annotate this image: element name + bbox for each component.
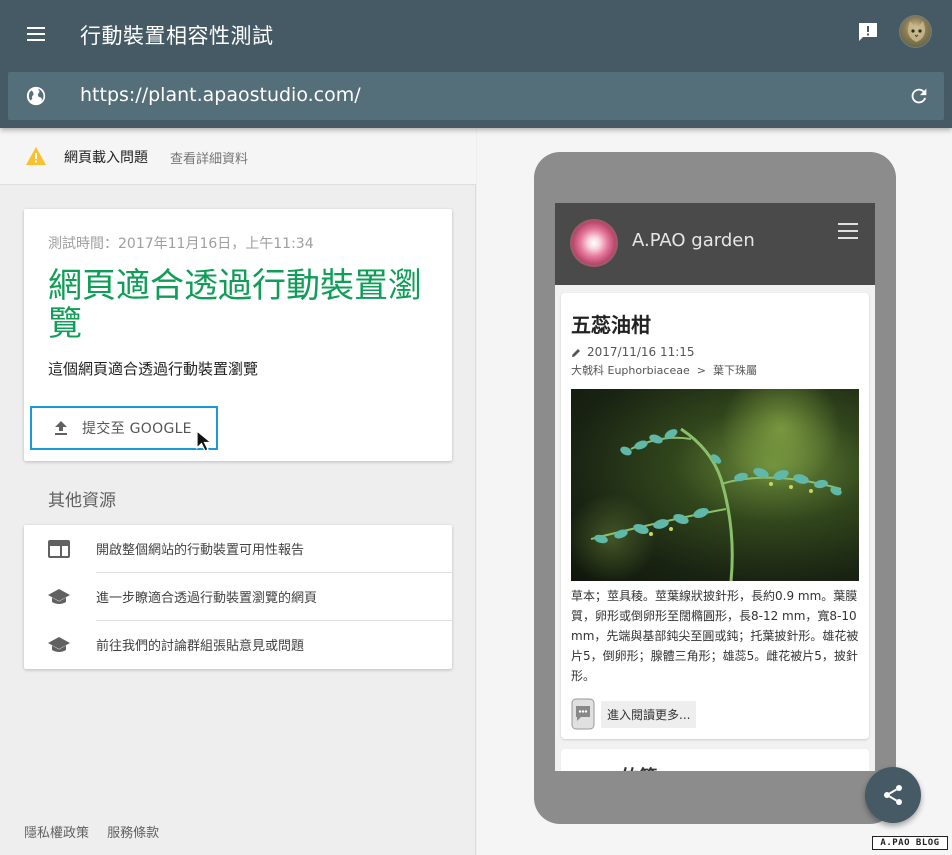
school-icon — [48, 637, 70, 652]
read-more-label: 進入閱讀更多... — [601, 700, 697, 728]
app-header: 行動裝置相容性測試 https://plant.apaostudio.com/ — [0, 0, 952, 128]
mouse-cursor-icon — [196, 430, 213, 452]
site-menu-line — [838, 230, 858, 232]
privacy-policy-link[interactable]: 隱私權政策 — [24, 826, 89, 841]
menu-icon-line — [27, 39, 45, 41]
post-card: 五蕊油柑 2017/11/16 11:15 大戟科 Euphorbiaceae … — [561, 293, 869, 739]
post-category: 大戟科 Euphorbiaceae > 葉下珠屬 — [571, 362, 757, 378]
post-date: 2017/11/16 11:15 — [571, 345, 695, 359]
school-icon — [48, 589, 70, 604]
menu-button[interactable] — [22, 20, 50, 48]
user-avatar[interactable] — [899, 15, 932, 48]
resource-item-forum[interactable]: 前往我們的討論群組張貼意見或問題 — [24, 621, 452, 669]
post-date-text: 2017/11/16 11:15 — [587, 345, 695, 359]
post-photo — [571, 389, 859, 581]
submit-label: 提交至 GOOGLE — [82, 421, 192, 437]
phone-screen[interactable]: A.PAO garden 五蕊油柑 2017/11/16 11:15 大戟科 E… — [555, 203, 875, 771]
phone-frame: A.PAO garden 五蕊油柑 2017/11/16 11:15 大戟科 E… — [534, 152, 896, 824]
menu-icon-line — [27, 33, 45, 35]
plant-photo-icon — [571, 389, 842, 581]
test-time: 測試時間：2017年11月16日，上午11:34 — [48, 236, 314, 252]
results-panel: 網頁載入問題 查看詳細資料 測試時間：2017年11月16日，上午11:34 網… — [0, 128, 476, 855]
site-name: A.PAO garden — [632, 230, 755, 251]
upload-icon — [55, 421, 67, 435]
app-title: 行動裝置相容性測試 — [80, 24, 274, 48]
category-link[interactable]: 大戟科 Euphorbiaceae — [571, 364, 690, 377]
comment-icon — [571, 698, 595, 730]
cat-avatar-icon — [907, 21, 926, 42]
share-button[interactable] — [865, 767, 921, 823]
pencil-icon — [572, 348, 580, 357]
next-post-title: 一 竹節 — [597, 763, 657, 771]
url-bar[interactable]: https://plant.apaostudio.com/ — [8, 72, 944, 120]
report-icon — [48, 540, 70, 558]
view-details-link[interactable]: 查看詳細資料 — [170, 148, 248, 167]
alert-text: 網頁載入問題 — [64, 150, 148, 166]
submit-to-google-button[interactable]: 提交至 GOOGLE — [30, 406, 218, 450]
subcategory-link[interactable]: 葉下珠屬 — [713, 364, 757, 377]
result-card: 測試時間：2017年11月16日，上午11:34 網頁適合透過行動裝置瀏覽 這個… — [24, 209, 452, 461]
url-input[interactable]: https://plant.apaostudio.com/ — [80, 84, 361, 106]
resource-item-label: 開啟整個網站的行動裝置可用性報告 — [96, 543, 305, 558]
menu-icon — [27, 27, 45, 29]
site-menu-line — [838, 237, 858, 239]
site-menu-icon[interactable] — [838, 223, 858, 239]
next-post-card: 一 竹節 — [561, 749, 869, 771]
watermark: A.PAO BLOG — [872, 836, 948, 850]
resources-heading: 其他資源 — [48, 491, 116, 511]
verdict-title: 網頁適合透過行動裝置瀏覽 — [48, 266, 422, 344]
preview-panel: A.PAO garden 五蕊油柑 2017/11/16 11:15 大戟科 E… — [477, 128, 952, 855]
feedback-icon[interactable] — [856, 20, 880, 44]
resource-item-label: 前往我們的討論群組張貼意見或問題 — [96, 639, 305, 654]
category-separator: > — [696, 364, 706, 377]
warning-icon — [26, 147, 46, 165]
footer: 隱私權政策 服務條款 — [24, 822, 173, 841]
resources-list: 開啟整個網站的行動裝置可用性報告 進一步瞭適合透過行動裝置瀏覽的網頁 前往我們的… — [24, 525, 452, 669]
page-loading-alert: 網頁載入問題 查看詳細資料 — [0, 128, 476, 185]
post-title: 五蕊油柑 — [571, 313, 651, 337]
resource-item-usability-report[interactable]: 開啟整個網站的行動裝置可用性報告 — [24, 525, 452, 573]
resource-item-learn-more[interactable]: 進一步瞭適合透過行動裝置瀏覽的網頁 — [24, 573, 452, 621]
resource-item-label: 進一步瞭適合透過行動裝置瀏覽的網頁 — [96, 591, 318, 606]
site-header: A.PAO garden — [555, 203, 875, 285]
terms-of-service-link[interactable]: 服務條款 — [107, 826, 159, 841]
reload-icon[interactable] — [908, 85, 930, 107]
site-logo — [570, 219, 618, 267]
post-excerpt: 草本；莖具稜。莖葉線狀披針形，長約0.9 mm。葉膜質，卵形或倒卵形至闊橢圓形，… — [571, 589, 859, 683]
read-more-link[interactable]: 進入閱讀更多... — [571, 698, 697, 730]
verdict-description: 這個網頁適合透過行動裝置瀏覽 — [48, 360, 259, 378]
site-menu-line — [838, 223, 858, 225]
share-icon — [884, 785, 902, 805]
globe-icon — [26, 86, 46, 106]
